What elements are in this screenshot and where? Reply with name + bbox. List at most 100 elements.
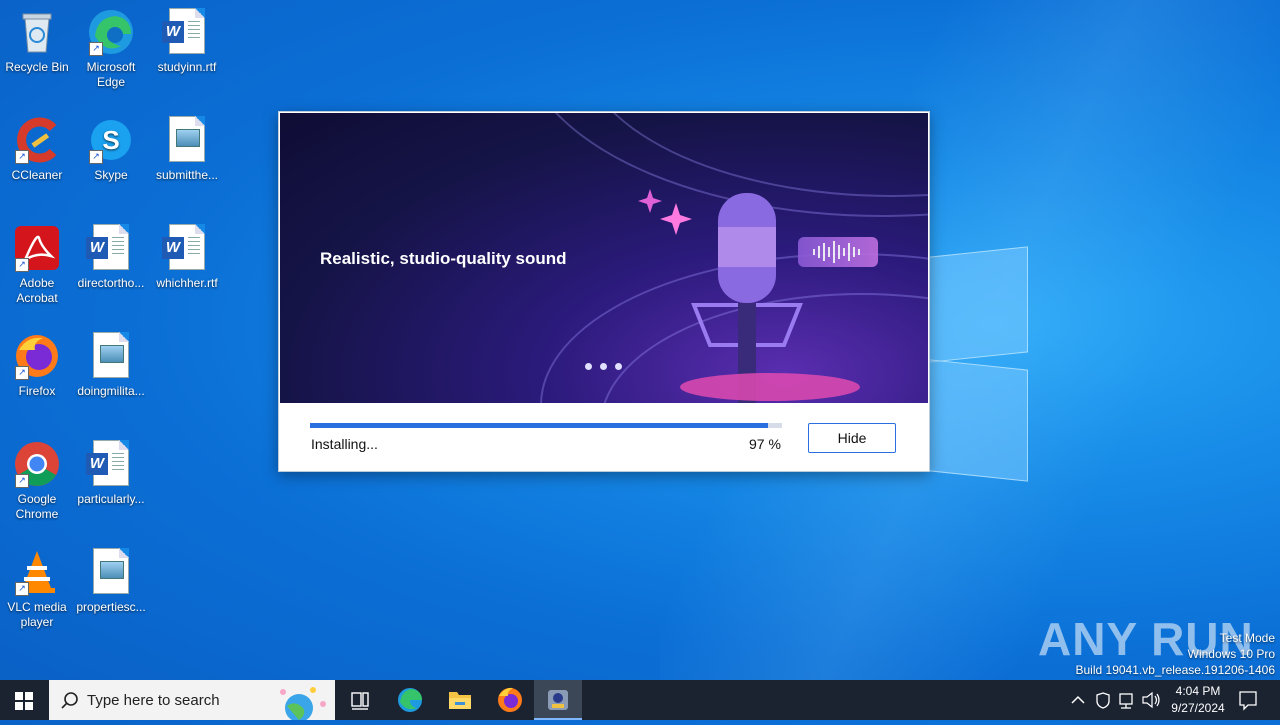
chrome-icon: ↗ — [13, 440, 61, 488]
desktop-icon-label: Microsoft Edge — [86, 60, 136, 89]
progress-fill — [310, 423, 768, 428]
desktop-icon-label: studyinn.rtf — [157, 60, 217, 74]
edge-icon — [398, 688, 422, 712]
taskbar-edge[interactable] — [386, 680, 434, 720]
desktop-icon-label: Adobe Acrobat — [16, 276, 58, 305]
desktop-icon-label: Google Chrome — [15, 492, 59, 521]
desktop-icon-firefox[interactable]: ↗ Firefox — [0, 332, 75, 399]
shortcut-arrow-icon: ↗ — [15, 582, 29, 596]
taskbar-clock[interactable]: 4:04 PM 9/27/2024 — [1160, 683, 1236, 717]
desktop-icon-google-chrome[interactable]: ↗ Google Chrome — [0, 440, 75, 522]
network-icon — [1119, 693, 1133, 709]
search-placeholder: Type here to search — [87, 692, 220, 709]
install-percent: 97 % — [749, 436, 781, 452]
desktop-icon-label: submitthe... — [155, 168, 219, 182]
show-hidden-icons-button[interactable] — [1068, 680, 1088, 720]
desktop-icon-whichher[interactable]: W whichher.rtf — [149, 224, 225, 291]
desktop-icon-skype[interactable]: S ↗ Skype — [73, 116, 149, 183]
acrobat-icon: ↗ — [13, 224, 61, 272]
desktop-icon-doingmilita[interactable]: doingmilita... — [73, 332, 149, 399]
desktop-icon-label: doingmilita... — [77, 384, 145, 398]
carousel-dots — [585, 363, 622, 370]
soundwave-badge — [798, 237, 878, 267]
desktop-icon-label: CCleaner — [11, 168, 63, 182]
ccleaner-icon: ↗ — [13, 116, 61, 164]
system-info: Test Mode Windows 10 Pro Build 19041.vb_… — [1076, 630, 1276, 678]
svg-text:S: S — [102, 125, 119, 155]
tray-network[interactable] — [1116, 680, 1138, 720]
taskbar-search-box[interactable]: Type here to search — [49, 680, 335, 720]
task-view-button[interactable] — [336, 680, 384, 720]
desktop-icon-label: propertiesc... — [76, 600, 146, 614]
shortcut-arrow-icon: ↗ — [89, 42, 103, 56]
word-doc-icon: W — [162, 8, 211, 56]
test-mode-label: Test Mode — [1219, 631, 1275, 645]
desktop-icon-label: Skype — [94, 168, 128, 182]
desktop-icon-particularly[interactable]: W particularly... — [73, 440, 149, 507]
shortcut-arrow-icon: ↗ — [89, 150, 103, 164]
carousel-dot[interactable] — [615, 363, 622, 370]
shortcut-arrow-icon: ↗ — [15, 150, 29, 164]
shield-icon — [1096, 692, 1110, 709]
taskbar-installer-app[interactable] — [534, 680, 582, 720]
recycle-bin-icon — [13, 8, 61, 56]
word-doc-icon: W — [86, 440, 135, 488]
installer-app-icon — [548, 690, 568, 710]
shortcut-arrow-icon: ↗ — [15, 258, 29, 272]
carousel-dot[interactable] — [600, 363, 607, 370]
tray-defender[interactable] — [1092, 680, 1114, 720]
taskbar: Type here to search 4:04 PM 9/27/2024 — [0, 680, 1280, 720]
skype-icon: S ↗ — [87, 116, 135, 164]
desktop-icon-vlc[interactable]: ↗ VLC media player — [0, 548, 75, 630]
desktop-icon-label: Recycle Bin — [5, 60, 69, 74]
clock-date: 9/27/2024 — [1171, 701, 1225, 715]
soundwave-icon — [813, 241, 860, 263]
clock-time: 4:04 PM — [1175, 684, 1221, 698]
hide-button[interactable]: Hide — [808, 423, 896, 453]
install-status: Installing... — [311, 436, 378, 452]
desktop-icon-directortho[interactable]: W directortho... — [73, 224, 149, 291]
desktop-icon-label: Firefox — [18, 384, 56, 398]
desktop-icon-submitthe[interactable]: submitthe... — [149, 116, 225, 183]
progress-bar — [310, 423, 782, 428]
desktop-icon-recycle-bin[interactable]: Recycle Bin — [0, 8, 75, 75]
windows-start-icon — [15, 692, 33, 710]
carousel-dot[interactable] — [585, 363, 592, 370]
build-label: Build 19041.vb_release.191206-1406 — [1075, 663, 1276, 677]
desktop-icon-label: whichher.rtf — [156, 276, 218, 290]
desktop-icon-ccleaner[interactable]: ↗ CCleaner — [0, 116, 75, 183]
notification-icon — [1239, 691, 1257, 711]
microphone-icon — [680, 193, 860, 403]
start-button[interactable] — [0, 680, 48, 720]
taskbar-file-explorer[interactable] — [436, 680, 484, 720]
tray-volume[interactable] — [1140, 680, 1162, 720]
task-view-icon — [351, 692, 369, 710]
edge-icon: ↗ — [87, 8, 135, 56]
windows-edition-label: Windows 10 Pro — [1187, 647, 1275, 661]
chevron-up-icon — [1071, 695, 1085, 704]
shortcut-arrow-icon: ↗ — [15, 474, 29, 488]
firefox-icon — [498, 687, 522, 712]
word-doc-icon: W — [86, 224, 135, 272]
speaker-icon — [1142, 691, 1160, 709]
action-center-button[interactable] — [1236, 680, 1260, 720]
desktop-icon-adobe-acrobat[interactable]: ↗ Adobe Acrobat — [0, 224, 75, 306]
desktop-icon-propertiesc[interactable]: propertiesc... — [73, 548, 149, 615]
word-doc-icon: W — [162, 224, 211, 272]
taskbar-firefox[interactable] — [486, 680, 534, 720]
wallpaper-windows-logo — [920, 240, 1030, 482]
image-file-icon — [163, 116, 211, 164]
promo-banner: Realistic, studio-quality sound — [280, 113, 928, 403]
desktop-icon-microsoft-edge[interactable]: ↗ Microsoft Edge — [73, 8, 149, 90]
folder-icon — [449, 692, 471, 709]
firefox-icon: ↗ — [13, 332, 61, 380]
search-icon — [61, 692, 78, 709]
vlc-icon: ↗ — [13, 548, 61, 596]
progress-section: Installing... 97 % Hide — [279, 403, 929, 471]
shortcut-arrow-icon: ↗ — [15, 366, 29, 380]
desktop-icon-studyinn[interactable]: W studyinn.rtf — [149, 8, 225, 75]
image-file-icon — [87, 332, 135, 380]
installer-window: Realistic, studio-quality sound Installi… — [278, 111, 930, 472]
desktop-icon-label: VLC media player — [7, 600, 67, 629]
search-highlight-globe-icon — [280, 687, 326, 720]
